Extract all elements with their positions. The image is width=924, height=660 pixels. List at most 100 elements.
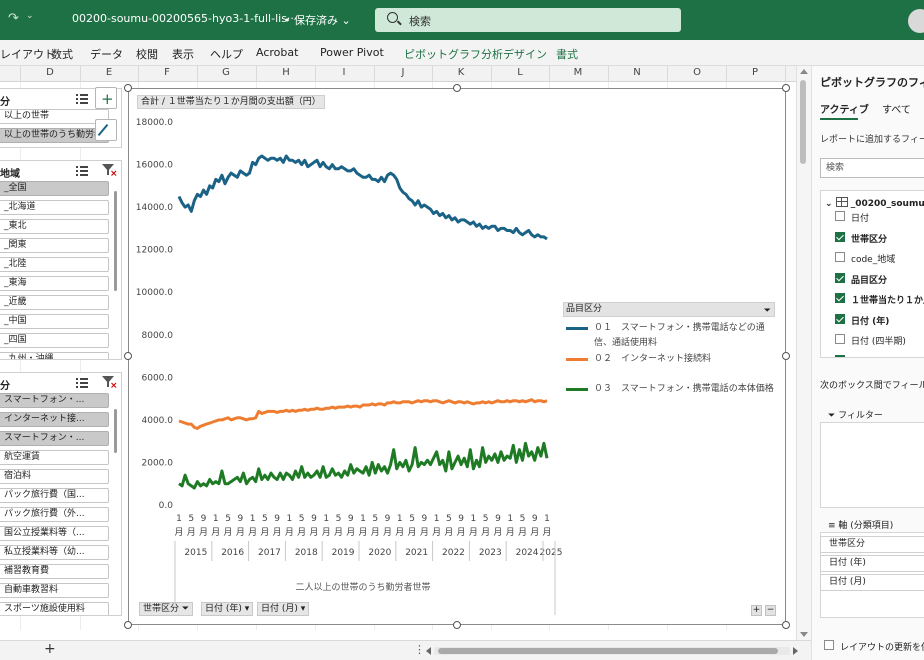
column-header[interactable]: D (40, 67, 60, 78)
axis-field-item[interactable]: 日付 (月) (820, 574, 924, 591)
redo-icon[interactable]: ↷ (8, 11, 19, 26)
menu-item[interactable]: Acrobat (256, 46, 298, 59)
menu-item[interactable]: ヘルプ (210, 46, 243, 62)
multi-select-icon[interactable] (76, 93, 88, 104)
menu-item[interactable]: 書式 (556, 46, 578, 62)
more-icon[interactable]: ⋮ (414, 643, 425, 656)
checkbox[interactable] (835, 252, 845, 262)
legend-field-button[interactable]: 品目区分 ⏷ (563, 302, 775, 317)
series-line[interactable] (177, 154, 548, 241)
slicer-item[interactable]: スマートフォン・... (0, 393, 109, 408)
checkbox[interactable] (835, 314, 845, 324)
defer-layout-update[interactable]: レイアウトの更新を保留する (824, 640, 924, 653)
field-item[interactable]: 世帯区分 (835, 232, 887, 245)
checkbox[interactable] (835, 293, 845, 303)
axis-field-button[interactable]: 日付 (月) ▾ (257, 602, 310, 616)
brush-button[interactable] (95, 119, 117, 141)
checkbox[interactable] (835, 232, 845, 242)
slicer-item[interactable]: _北海道 (0, 200, 109, 215)
column-header[interactable]: I (334, 67, 354, 78)
slicer-item[interactable]: _九州・沖縄 (0, 352, 109, 359)
field-search-input[interactable]: 検索 (820, 158, 924, 178)
column-header[interactable]: O (687, 67, 707, 78)
horizontal-scrollbar[interactable] (426, 647, 798, 655)
slicer-item[interactable]: _北陸 (0, 257, 109, 272)
resize-handle[interactable] (124, 84, 132, 92)
menu-item[interactable]: レイアウト (0, 46, 55, 62)
menu-item[interactable]: 表示 (172, 46, 194, 62)
slicer-item[interactable]: 補習教育費 (0, 564, 109, 579)
slicer-item[interactable]: 以上の世帯 (0, 109, 109, 124)
series-line[interactable] (178, 441, 549, 490)
scroll-down-icon[interactable] (800, 632, 808, 637)
scroll-thumb[interactable] (800, 80, 806, 164)
menu-item[interactable]: データ (90, 46, 123, 62)
field-item[interactable]: 品目区分 (835, 273, 887, 286)
slicer-item-category[interactable]: 分 × スマートフォン・... インターネット接... スマートフォン・... 航空運… (0, 372, 122, 616)
scroll-left-icon[interactable] (426, 647, 431, 655)
column-header[interactable]: J (393, 67, 413, 78)
slicer-item[interactable]: 私立授業料等（幼... (0, 545, 109, 560)
field-item[interactable]: 日付 (四半期) (835, 334, 906, 347)
tab-all[interactable]: すべて (882, 101, 911, 116)
field-item[interactable]: 日付 (年) (835, 314, 889, 327)
collapse-button[interactable]: − (765, 605, 776, 616)
checkbox[interactable] (835, 273, 845, 283)
resize-handle[interactable] (782, 621, 790, 629)
clear-filter-icon[interactable]: × (102, 164, 118, 179)
menu-item[interactable]: Power Pivot (320, 46, 384, 59)
checkbox[interactable] (824, 640, 834, 650)
slicer-item[interactable]: _近畿 (0, 295, 109, 310)
column-header[interactable]: N (627, 67, 647, 78)
add-button[interactable]: + (95, 87, 117, 109)
column-header[interactable]: M (568, 67, 588, 78)
menu-item[interactable]: 校閲 (136, 46, 158, 62)
slicer-item[interactable]: _東海 (0, 276, 109, 291)
resize-handle[interactable] (453, 621, 461, 629)
menu-item[interactable]: 数式 (51, 46, 73, 62)
column-header[interactable]: K (451, 67, 471, 78)
filter-area[interactable] (820, 422, 924, 508)
field-item[interactable]: code_地域 (835, 252, 895, 265)
search-box[interactable]: 検索 (375, 8, 681, 32)
menu-item[interactable]: ピボットグラフ分析 (404, 46, 503, 62)
column-header[interactable]: P (745, 67, 765, 78)
chevron-down-icon[interactable]: ⌄ (26, 11, 34, 21)
save-status[interactable]: • 保存済み ⌄ (284, 12, 351, 28)
scroll-right-icon[interactable] (793, 647, 798, 655)
slicer-item[interactable]: スマートフォン・... (0, 431, 109, 446)
slicer-item[interactable]: 宿泊料 (0, 469, 109, 484)
tab-active[interactable]: アクティブ (820, 101, 869, 116)
slicer-item[interactable]: 国公立授業料等（... (0, 526, 109, 541)
slicer-item[interactable]: スポーツ施設使用料 (0, 602, 109, 615)
slicer-item[interactable]: 航空運賃 (0, 450, 109, 465)
value-field-button[interactable]: 合計 / １世帯当たり１か月間の支出額（円） (137, 95, 325, 109)
column-header[interactable]: G (216, 67, 236, 78)
axis-field-item[interactable]: 日付 (年) (820, 555, 924, 572)
table-node[interactable]: ⌄ _00200_soumu_00200565 (825, 197, 924, 209)
checkbox[interactable] (835, 211, 845, 221)
axis-field-button[interactable]: 日付 (年) ▾ (201, 602, 254, 616)
slicer-item[interactable]: _四国 (0, 333, 109, 348)
slicer-item[interactable]: _関東 (0, 238, 109, 253)
resize-handle[interactable] (124, 352, 132, 360)
slicer-scrollbar[interactable] (114, 409, 117, 453)
checkbox[interactable] (835, 355, 845, 357)
menu-item[interactable]: デザイン (503, 46, 547, 62)
slicer-item[interactable]: インターネット接... (0, 412, 109, 427)
column-header[interactable]: H (276, 67, 296, 78)
clear-filter-icon[interactable]: × (102, 376, 118, 391)
scroll-up-icon[interactable] (800, 69, 808, 74)
column-header[interactable]: F (157, 67, 177, 78)
multi-select-icon[interactable] (76, 165, 88, 176)
slicer-item[interactable]: 自動車教習料 (0, 583, 109, 598)
resize-handle[interactable] (453, 84, 461, 92)
field-item[interactable]: 日付 (835, 211, 869, 224)
pivot-chart[interactable]: 0.0 2000.0 4000.0 6000.0 8000.0 10000.0 12000.… (128, 88, 786, 625)
scroll-thumb[interactable] (438, 648, 778, 654)
field-item[interactable]: １世帯当たり１か月間の支出額 (835, 293, 924, 306)
file-name[interactable]: 00200-soumu-00200565-hyo3-1-full-lis··· (72, 12, 297, 25)
slicer-item[interactable]: _全国 (0, 181, 109, 196)
slicer-region[interactable]: 地域 × _全国 _北海道 _東北 _関東 _北陸 _東海 _近畿 _中国 _四国 _九州・沖縄 (0, 160, 122, 360)
slicer-item[interactable]: パック旅行費（外... (0, 507, 109, 522)
